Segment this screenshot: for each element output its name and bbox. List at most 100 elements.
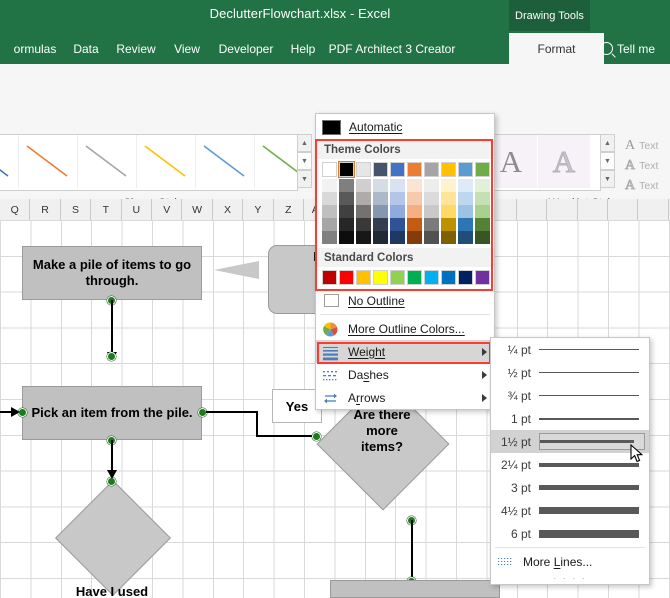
column-header-cell[interactable]: U (122, 199, 152, 220)
standard-color-swatch[interactable] (390, 270, 405, 285)
weight-submenu[interactable]: ¼ pt½ pt¾ pt1 pt1½ pt2¼ pt3 pt4½ pt6 ptM… (490, 337, 650, 585)
theme-color-shade-column[interactable] (322, 179, 337, 244)
theme-color-shade-swatch[interactable] (424, 231, 439, 244)
theme-color-swatch[interactable] (356, 162, 371, 177)
theme-color-shade-swatch[interactable] (475, 231, 490, 244)
connector-line[interactable] (111, 440, 113, 472)
wordart-text-effects-row[interactable]: A Text (625, 176, 658, 195)
gallery-scroll-down-icon[interactable]: ▼ (297, 152, 312, 170)
column-header-cell[interactable] (638, 199, 668, 220)
shape-outline-dropdown-menu[interactable]: Automatic Theme Colors Standard Colors N… (315, 113, 495, 410)
theme-color-shade-swatch[interactable] (441, 231, 456, 244)
theme-color-shade-swatch[interactable] (424, 179, 439, 192)
theme-color-shade-swatch[interactable] (441, 218, 456, 231)
standard-color-swatch[interactable] (475, 270, 490, 285)
theme-color-shade-swatch[interactable] (339, 192, 354, 205)
weight-option[interactable]: 3 pt (491, 476, 649, 499)
theme-color-shade-swatch[interactable] (356, 231, 371, 244)
theme-color-swatch[interactable] (424, 162, 439, 177)
standard-color-swatch[interactable] (424, 270, 439, 285)
standard-color-swatch[interactable] (322, 270, 337, 285)
weight-option[interactable]: ¼ pt (491, 338, 649, 361)
shape-style-item[interactable] (195, 135, 255, 188)
menu-item-more-outline-colors[interactable]: More Outline Colors... (316, 317, 494, 340)
tab-format[interactable]: Format (509, 33, 604, 64)
column-header-cell[interactable]: T (91, 199, 121, 220)
theme-color-shade-column[interactable] (339, 179, 354, 244)
theme-color-shade-swatch[interactable] (475, 179, 490, 192)
column-header-cell[interactable]: W (182, 199, 212, 220)
shape-style-item[interactable] (0, 135, 19, 188)
column-header-cell[interactable]: S (61, 199, 91, 220)
menu-item-no-outline[interactable]: No Outline (316, 289, 494, 312)
theme-color-shade-column[interactable] (475, 179, 490, 244)
theme-colors-shades[interactable] (316, 177, 494, 248)
weight-option[interactable]: 2¼ pt (491, 453, 649, 476)
theme-color-swatch[interactable] (339, 162, 354, 177)
wordart-text-fill-row[interactable]: A Text (625, 136, 658, 155)
connector-line[interactable] (256, 435, 316, 437)
wordart-scroll-column[interactable]: ▲ ▼ ▼ (600, 134, 615, 189)
standard-color-swatch[interactable] (356, 270, 371, 285)
theme-color-shade-swatch[interactable] (458, 231, 473, 244)
theme-color-swatch[interactable] (390, 162, 405, 177)
theme-color-shade-swatch[interactable] (373, 205, 388, 218)
theme-color-shade-swatch[interactable] (407, 218, 422, 231)
theme-color-shade-column[interactable] (373, 179, 388, 244)
connector-line[interactable] (206, 411, 258, 413)
theme-color-shade-swatch[interactable] (356, 205, 371, 218)
shape-style-item[interactable] (77, 135, 137, 188)
theme-color-shade-swatch[interactable] (424, 205, 439, 218)
theme-color-shade-swatch[interactable] (441, 192, 456, 205)
theme-color-shade-swatch[interactable] (356, 218, 371, 231)
theme-color-shade-swatch[interactable] (373, 179, 388, 192)
theme-color-shade-swatch[interactable] (339, 205, 354, 218)
theme-color-shade-swatch[interactable] (424, 192, 439, 205)
theme-color-shade-swatch[interactable] (390, 218, 405, 231)
theme-color-shade-swatch[interactable] (407, 179, 422, 192)
connector-line[interactable] (256, 411, 258, 437)
theme-color-shade-swatch[interactable] (339, 179, 354, 192)
shape-styles-gallery[interactable] (0, 134, 298, 191)
theme-color-shade-column[interactable] (458, 179, 473, 244)
tab-developer[interactable]: Developer (205, 33, 287, 64)
shape-style-item[interactable] (254, 135, 298, 188)
wordart-more-icon[interactable]: ▼ (600, 170, 615, 188)
theme-color-shade-swatch[interactable] (475, 192, 490, 205)
theme-color-shade-swatch[interactable] (322, 205, 337, 218)
theme-color-swatch[interactable] (407, 162, 422, 177)
theme-color-swatch[interactable] (441, 162, 456, 177)
theme-color-shade-column[interactable] (441, 179, 456, 244)
connector-line[interactable] (411, 520, 413, 580)
wordart-item[interactable]: A (538, 135, 591, 188)
column-header-cell[interactable] (578, 199, 608, 220)
weight-option[interactable]: 1½ pt (491, 430, 649, 453)
flowchart-shape-pick-item[interactable]: Pick an item from the pile. (22, 386, 202, 440)
column-header-cell[interactable]: V (152, 199, 182, 220)
standard-color-swatch[interactable] (339, 270, 354, 285)
standard-colors-row[interactable] (316, 267, 494, 289)
standard-color-swatch[interactable] (407, 270, 422, 285)
theme-color-shade-swatch[interactable] (390, 192, 405, 205)
theme-color-swatch[interactable] (322, 162, 337, 177)
theme-color-shade-swatch[interactable] (322, 231, 337, 244)
shape-style-item[interactable] (18, 135, 78, 188)
theme-color-shade-swatch[interactable] (356, 179, 371, 192)
theme-color-shade-swatch[interactable] (407, 205, 422, 218)
theme-color-shade-swatch[interactable] (458, 205, 473, 218)
standard-color-swatch[interactable] (458, 270, 473, 285)
theme-color-swatch[interactable] (475, 162, 490, 177)
theme-color-shade-swatch[interactable] (322, 218, 337, 231)
theme-color-shade-swatch[interactable] (441, 179, 456, 192)
weight-option[interactable]: ½ pt (491, 361, 649, 384)
wordart-scroll-down-icon[interactable]: ▼ (600, 152, 615, 170)
gallery-more-icon[interactable]: ▼ (297, 170, 312, 188)
theme-color-shade-column[interactable] (356, 179, 371, 244)
flowchart-shape-make-pile[interactable]: Make a pile of items to go through. (22, 246, 202, 300)
weight-option[interactable]: ¾ pt (491, 384, 649, 407)
theme-color-shade-swatch[interactable] (475, 218, 490, 231)
theme-color-shade-swatch[interactable] (339, 218, 354, 231)
theme-color-shade-swatch[interactable] (407, 231, 422, 244)
theme-colors-row-1[interactable] (316, 159, 494, 177)
gallery-scroll-column[interactable]: ▲ ▼ ▼ (297, 134, 312, 189)
